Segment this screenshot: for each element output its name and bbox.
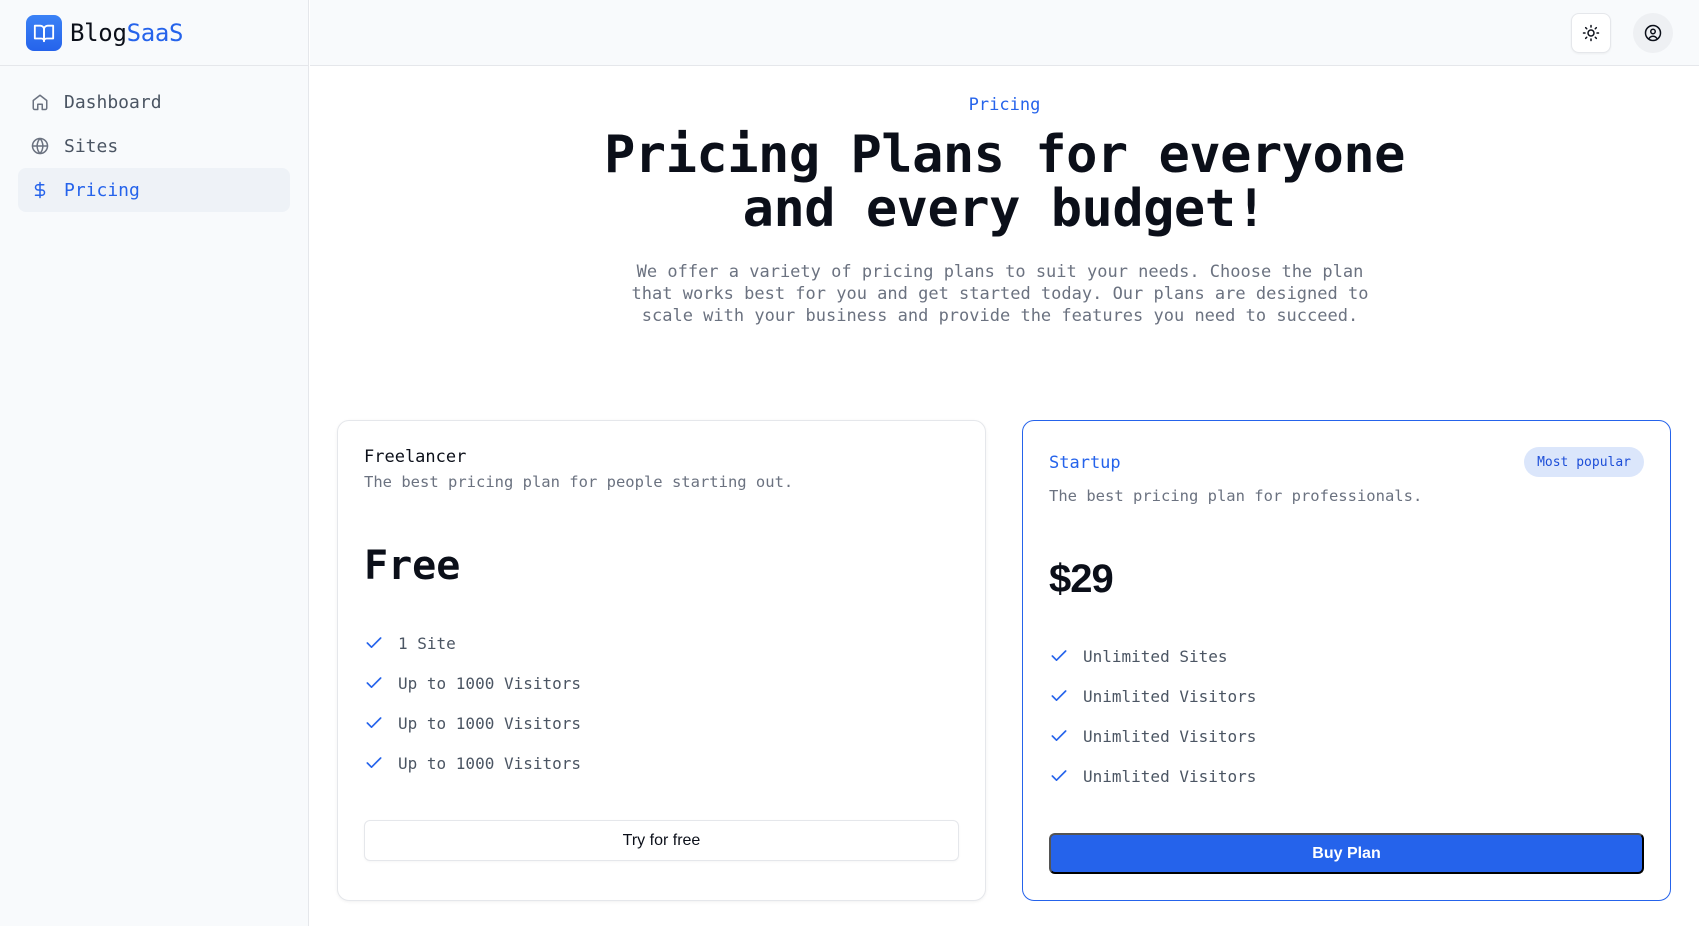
page-eyebrow: Pricing bbox=[968, 95, 1041, 115]
sidebar-item-label: Dashboard bbox=[64, 91, 162, 113]
plan-card-startup: Startup Most popular The best pricing pl… bbox=[1022, 420, 1671, 901]
dollar-icon bbox=[30, 180, 50, 200]
user-circle-icon bbox=[1644, 24, 1662, 42]
feature-item: Unimlited Visitors bbox=[1049, 676, 1256, 716]
plan-name: Startup bbox=[1049, 453, 1121, 473]
plan-price: Free bbox=[364, 543, 461, 589]
check-icon bbox=[364, 633, 384, 653]
feature-item: Up to 1000 Visitors bbox=[364, 703, 581, 743]
sidebar: BlogSaaS Dashboard Sites Pricing bbox=[0, 0, 309, 926]
feature-label: Unimlited Visitors bbox=[1083, 686, 1257, 706]
feature-item: Unlimited Sites bbox=[1049, 636, 1256, 676]
theme-toggle-button[interactable] bbox=[1571, 13, 1611, 53]
pricing-page: Pricing Pricing Plans for everyone and e… bbox=[310, 66, 1699, 926]
plan-description: The best pricing plan for people startin… bbox=[364, 473, 794, 491]
feature-item: Up to 1000 Visitors bbox=[364, 663, 581, 703]
check-icon bbox=[364, 753, 384, 773]
feature-label: Unlimited Sites bbox=[1083, 646, 1228, 666]
feature-item: Unimlited Visitors bbox=[1049, 716, 1256, 756]
feature-label: 1 Site bbox=[398, 633, 456, 653]
user-menu-button[interactable] bbox=[1633, 13, 1673, 53]
try-for-free-button[interactable]: Try for free bbox=[364, 820, 959, 861]
check-icon bbox=[1049, 726, 1069, 746]
check-icon bbox=[1049, 686, 1069, 706]
plan-features: 1 Site Up to 1000 Visitors Up to 1000 Vi… bbox=[364, 623, 581, 783]
page-title-line-1: Pricing Plans for everyone bbox=[604, 125, 1405, 185]
sun-icon bbox=[1582, 24, 1600, 42]
buy-plan-button[interactable]: Buy Plan bbox=[1049, 833, 1644, 874]
plan-features: Unlimited Sites Unimlited Visitors Uniml… bbox=[1049, 636, 1256, 796]
sidebar-item-label: Pricing bbox=[64, 179, 140, 201]
check-icon bbox=[364, 713, 384, 733]
book-open-icon bbox=[26, 14, 62, 51]
sidebar-nav: Dashboard Sites Pricing bbox=[0, 66, 308, 226]
feature-label: Up to 1000 Visitors bbox=[398, 713, 582, 733]
most-popular-badge: Most popular bbox=[1524, 447, 1644, 477]
page-title-line-2: and every budget! bbox=[742, 179, 1267, 239]
check-icon bbox=[1049, 766, 1069, 786]
feature-label: Unimlited Visitors bbox=[1083, 766, 1257, 786]
plan-card-freelancer: Freelancer The best pricing plan for peo… bbox=[337, 420, 986, 901]
brand-name-suffix: SaaS bbox=[126, 18, 184, 47]
feature-label: Up to 1000 Visitors bbox=[398, 673, 582, 693]
topbar bbox=[310, 0, 1699, 66]
sidebar-item-label: Sites bbox=[64, 135, 119, 157]
page-title: Pricing Plans for everyone and every bud… bbox=[310, 128, 1699, 236]
brand-name-prefix: Blog bbox=[70, 18, 127, 47]
feature-label: Up to 1000 Visitors bbox=[398, 753, 582, 773]
sidebar-item-dashboard[interactable]: Dashboard bbox=[18, 80, 290, 124]
feature-item: 1 Site bbox=[364, 623, 581, 663]
home-icon bbox=[30, 92, 50, 112]
sidebar-item-sites[interactable]: Sites bbox=[18, 124, 290, 168]
brand-name: BlogSaaS bbox=[70, 18, 184, 47]
check-icon bbox=[364, 673, 384, 693]
plan-name: Freelancer bbox=[364, 447, 467, 467]
feature-item: Up to 1000 Visitors bbox=[364, 743, 581, 783]
feature-label: Unimlited Visitors bbox=[1083, 726, 1257, 746]
globe-icon bbox=[30, 136, 50, 156]
brand[interactable]: BlogSaaS bbox=[0, 0, 308, 66]
sidebar-item-pricing[interactable]: Pricing bbox=[18, 168, 290, 212]
plan-description: The best pricing plan for professionals. bbox=[1049, 487, 1423, 505]
page-subtitle: We offer a variety of pricing plans to s… bbox=[631, 262, 1369, 326]
check-icon bbox=[1049, 646, 1069, 666]
feature-item: Unimlited Visitors bbox=[1049, 756, 1256, 796]
plan-price: $29 bbox=[1049, 557, 1114, 601]
